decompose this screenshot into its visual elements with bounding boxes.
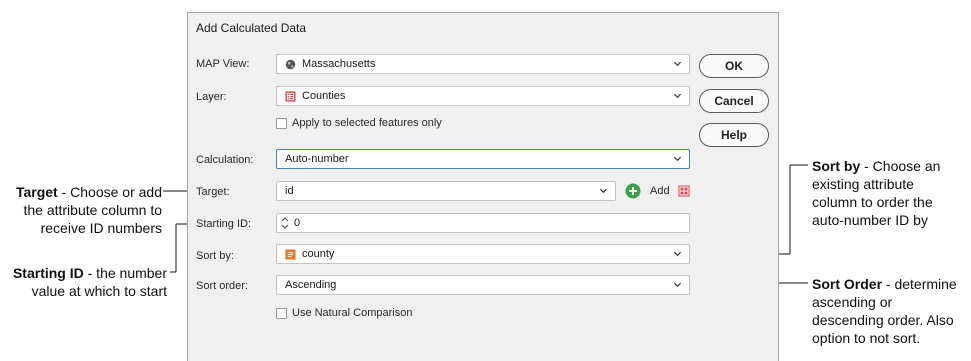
natural-comparison-checkbox[interactable]: Use Natural Comparison (276, 307, 412, 319)
layer-label: Layer: (196, 91, 227, 103)
callout-sort-by-line2: existing attribute (812, 176, 914, 192)
chevron-down-icon (673, 156, 682, 162)
apply-selected-checkbox-box[interactable] (276, 117, 287, 129)
starting-id-value: 0 (294, 217, 301, 229)
help-button[interactable]: Help (699, 123, 769, 147)
chevron-down-icon (673, 251, 682, 257)
calculation-label: Calculation: (196, 154, 254, 166)
callout-sort-order-title: Sort Order (812, 276, 883, 292)
calculation-dropdown[interactable]: Auto-number (276, 149, 690, 169)
callout-starting-id-title: Starting ID (12, 265, 84, 281)
target-value: id (285, 185, 294, 197)
natural-comparison-checkbox-box[interactable] (276, 307, 287, 319)
add-target-label: Add (650, 185, 670, 197)
ok-button[interactable]: OK (699, 54, 769, 78)
callout-sort-order-line4: option to not sort. (812, 330, 921, 346)
callout-starting-id-line2: value at which to start (31, 283, 167, 299)
sort-order-value: Ascending (285, 279, 337, 291)
chevron-down-icon (599, 188, 608, 194)
chevron-down-icon (673, 61, 682, 67)
map-view-label: MAP View: (196, 58, 250, 70)
new-column-icon[interactable] (678, 185, 690, 197)
dialog-title: Add Calculated Data (196, 21, 307, 35)
sort-by-dropdown[interactable]: county (276, 244, 690, 264)
target-label: Target: (196, 186, 230, 198)
callout-sort-by-line1: - Choose an (860, 158, 941, 174)
sort-by-value: county (302, 248, 335, 260)
sort-order-dropdown[interactable]: Ascending (276, 275, 690, 295)
starting-id-spinner[interactable]: 0 (276, 213, 690, 233)
target-dropdown[interactable]: id (276, 181, 616, 201)
apply-selected-checkbox[interactable]: Apply to selected features only (276, 117, 442, 129)
callout-target-line2: the attribute column to (23, 202, 162, 218)
map-view-value: Massachusetts (302, 58, 376, 70)
chevron-down-icon (673, 93, 682, 99)
layer-dropdown[interactable]: Counties (276, 86, 690, 106)
callout-sort-order-line1: - determine (882, 276, 957, 292)
callout-target-line1: - Choose or add (57, 184, 162, 200)
callout-sort-by-title: Sort by (812, 158, 861, 174)
sort-by-label: Sort by: (196, 250, 234, 262)
callout-target-line3: receive ID numbers (40, 220, 162, 236)
starting-id-label: Starting ID: (196, 218, 252, 230)
layer-value: Counties (302, 90, 346, 102)
callout-sort-order-line3: descending order. Also (812, 312, 954, 328)
add-calculated-data-dialog: Add Calculated Data MAP View: Massachuse… (187, 12, 779, 361)
callout-starting-id: Starting ID - the number value at which … (0, 264, 167, 300)
chevron-down-icon (673, 282, 682, 288)
natural-comparison-label: Use Natural Comparison (292, 307, 413, 319)
table-layer-icon (285, 90, 296, 102)
callout-sort-by-line3: column to order the (812, 194, 933, 210)
cancel-button[interactable]: Cancel (699, 89, 769, 113)
sort-order-label: Sort order: (196, 280, 248, 292)
map-view-dropdown[interactable]: Massachusetts (276, 54, 690, 74)
callout-sort-order-line2: ascending or (812, 294, 893, 310)
callout-sort-order: Sort Order - determine ascending or desc… (812, 275, 970, 347)
callout-target: Target - Choose or add the attribute col… (0, 183, 162, 237)
field-icon (285, 248, 296, 260)
callout-sort-by: Sort by - Choose an existing attribute c… (812, 157, 970, 229)
globe-icon (285, 59, 296, 69)
callout-target-title: Target (15, 184, 58, 200)
spinner-arrows-icon[interactable] (280, 216, 290, 230)
callout-sort-by-line4: auto-number ID by (812, 212, 928, 228)
apply-selected-label: Apply to selected features only (292, 117, 442, 129)
add-target-button[interactable]: Add (625, 183, 670, 199)
add-icon (625, 183, 641, 199)
calculation-value: Auto-number (285, 153, 349, 165)
callout-starting-id-line1: - the number (83, 265, 167, 281)
